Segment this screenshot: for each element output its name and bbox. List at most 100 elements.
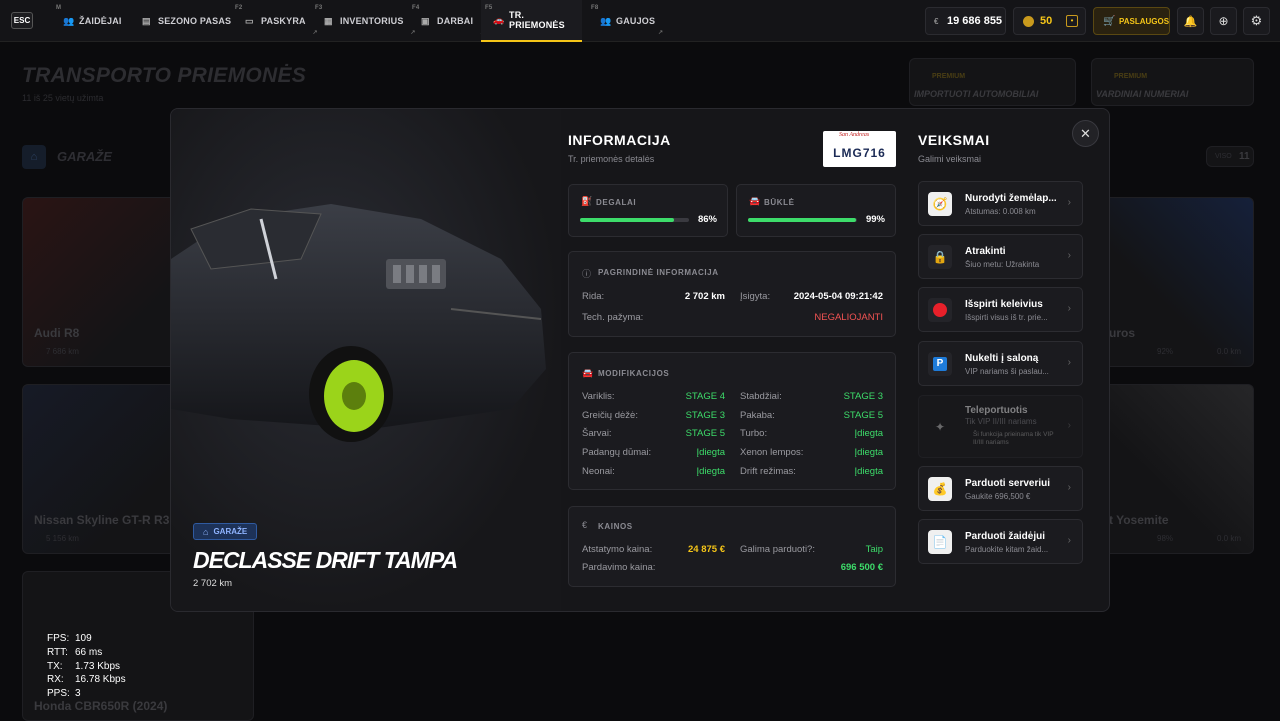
- tab-label: GAUJOS: [616, 16, 656, 26]
- tab-key: F3: [315, 5, 323, 11]
- action-set-waypoint[interactable]: 🧭 Nurodyti žemėlap... Atstumas: 0.008 km…: [918, 181, 1083, 226]
- parking-icon: P: [928, 352, 952, 376]
- euro-icon: €: [582, 520, 588, 530]
- tab-season-pass[interactable]: ▤ SEZONO PASAS: [142, 0, 231, 42]
- action-move-to-showroom[interactable]: P Nukelti į saloną VIP nariams ši paslau…: [918, 341, 1083, 386]
- action-unlock[interactable]: 🔒 Atrakinti Šiuo metu: Užrakinta ›: [918, 234, 1083, 279]
- shop-button[interactable]: 🛒 PASLAUGOS: [1093, 7, 1170, 35]
- garage-section-title: GARAŽE: [57, 149, 112, 164]
- coins-value: 50: [1040, 15, 1053, 27]
- chevron-right-icon: ›: [1067, 197, 1071, 208]
- mod-label: Stabdžiai:: [740, 391, 782, 402]
- rx-label: RX:: [47, 674, 64, 686]
- tab-key: F8: [591, 5, 599, 11]
- premium-title: IMPORTUOTI AUTOMOBILIAI: [914, 89, 1039, 99]
- chevron-right-icon: ›: [1067, 535, 1071, 546]
- tab-gangs[interactable]: F8 👥 GAUJOS ↗: [591, 0, 663, 42]
- action-sell-to-server[interactable]: 💰 Parduoti serveriui Gaukite 696,500 € ›: [918, 466, 1083, 511]
- car-icon: 🚘: [749, 196, 761, 206]
- rx-value: 16.78 Kbps: [75, 674, 126, 686]
- tab-label: INVENTORIUS: [340, 16, 404, 26]
- location-label: GARAŽE: [213, 527, 248, 536]
- mod-value: Įdiegta: [854, 447, 883, 459]
- fuel-card: ⛽ DEGALAI 86%: [568, 184, 728, 237]
- gang-icon: 👥: [600, 15, 612, 26]
- mod-label: Pakaba:: [740, 409, 775, 421]
- mod-label: Greičių dėžė:: [582, 409, 638, 421]
- language-button[interactable]: ⊕: [1210, 7, 1237, 35]
- esc-button[interactable]: ESC: [11, 12, 33, 29]
- vehicle-card-name: t Yosemite: [1109, 513, 1169, 527]
- action-title: Teleportuotis: [965, 405, 1028, 416]
- license-plate: San Andreas LMG716: [823, 131, 896, 167]
- close-button[interactable]: ✕: [1072, 120, 1099, 147]
- inspection-value: NEGALIOJANTI: [814, 312, 883, 323]
- info-icon: ⓘ: [582, 269, 592, 279]
- vehicle-card[interactable]: t Yosemite 98% 0.0 km: [1096, 384, 1254, 554]
- sparkle-icon: ✦: [934, 420, 946, 434]
- car-icon: 🚘: [582, 368, 594, 378]
- bell-icon: 🔔: [1183, 15, 1198, 28]
- money-bag-icon: 💰: [928, 477, 952, 501]
- chevron-right-icon: ›: [1067, 303, 1071, 314]
- mileage-label: Rida:: [582, 291, 605, 302]
- id-card-icon: ▭: [245, 15, 254, 26]
- inspection-label: Tech. pažyma:: [582, 312, 644, 323]
- briefcase-icon: ▣: [421, 15, 430, 26]
- home-icon: ⌂: [203, 526, 209, 537]
- action-subtitle: Parduokite kitam žaid...: [965, 545, 1049, 554]
- mod-label: Drift režimas:: [740, 465, 796, 477]
- notifications-button[interactable]: 🔔: [1177, 7, 1204, 35]
- page-subtitle: 11 iš 25 vietų užimta: [22, 93, 104, 103]
- map-pin-icon: 🧭: [928, 192, 952, 216]
- tab-players[interactable]: M 👥 ŽAIDĖJAI: [56, 0, 122, 42]
- mod-value: STAGE 5: [685, 428, 725, 440]
- premium-plates-banner[interactable]: PREMIUM VARDINIAI NUMERIAI: [1091, 58, 1254, 106]
- plate-state: San Andreas: [839, 132, 870, 138]
- settings-button[interactable]: ⚙: [1243, 7, 1270, 35]
- money-display: € 19 686 855: [925, 7, 1006, 35]
- users-icon: 👥: [63, 15, 75, 26]
- tab-inventory[interactable]: F3 ▦ INVENTORIUS ↗: [315, 0, 415, 42]
- prices-card: € KAINOS Atstatymo kaina: 24 875 € Galim…: [568, 506, 896, 587]
- vehicle-card[interactable]: uros 92% 0.0 km: [1096, 197, 1254, 367]
- action-kick-passengers[interactable]: Išspirti keleivius Išspirti visus iš tr.…: [918, 287, 1083, 332]
- top-navigation-bar: ESC M 👥 ŽAIDĖJAI ▤ SEZONO PASAS F2 ▭ PAS…: [0, 0, 1280, 42]
- chevron-right-icon: ›: [1067, 482, 1071, 493]
- premium-tag: PREMIUM: [932, 73, 966, 80]
- vehicle-card-km: 5 156 km: [46, 534, 79, 543]
- action-sell-to-player[interactable]: 📄 Parduoti žaidėjui Parduokite kitam žai…: [918, 519, 1083, 564]
- vehicle-card-name: uros: [1109, 326, 1136, 340]
- action-subtitle: VIP nariams ši paslau...: [965, 367, 1049, 376]
- rtt-value: 66 ms: [75, 646, 103, 658]
- tab-account[interactable]: F2 ▭ PASKYRA ↗: [235, 0, 318, 42]
- action-title: Išspirti keleivius: [965, 299, 1043, 310]
- mod-value: STAGE 3: [685, 409, 725, 421]
- vehicle-card-name: Nissan Skyline GT-R R3: [34, 513, 170, 527]
- tab-jobs[interactable]: F4 ▣ DARBAI ↗: [412, 0, 485, 42]
- plate-number: LMG716: [833, 146, 886, 160]
- add-coins-button[interactable]: •: [1066, 15, 1078, 27]
- pps-label: PPS:: [47, 688, 70, 700]
- fps-label: FPS:: [47, 633, 70, 644]
- document-icon: 📄: [928, 530, 952, 554]
- info-title: INFORMACIJA: [568, 132, 671, 148]
- page-title: TRANSPORTO PRIEMONĖS: [22, 64, 307, 87]
- vehicle-name: DECLASSE DRIFT TAMPA: [193, 547, 458, 573]
- modifications-title: MODIFIKACIJOS: [598, 369, 670, 378]
- vehicle-card-km: 0.0 km: [1217, 347, 1242, 356]
- pps-value: 3: [75, 688, 81, 700]
- stop-icon: [928, 298, 952, 322]
- network-stats-overlay: FPS: 109 RTT: 66 ms TX: 1.73 Kbps RX: 16.78 …: [47, 632, 126, 701]
- sellable-value: Taip: [865, 544, 883, 555]
- mod-label: Neonai:: [582, 465, 615, 477]
- fuel-icon: ⛽: [581, 196, 593, 206]
- basic-info-title: PAGRINDINĖ INFORMACIJA: [598, 268, 719, 277]
- premium-import-banner[interactable]: PREMIUM IMPORTUOTI AUTOMOBILIAI: [909, 58, 1076, 106]
- premium-tag: PREMIUM: [1114, 73, 1148, 80]
- action-subtitle: Atstumas: 0.008 km: [965, 207, 1036, 216]
- tab-vehicles[interactable]: F5 🚗 TR. PRIEMONĖS: [481, 0, 582, 42]
- actions-title: VEIKSMAI: [918, 132, 990, 148]
- mod-label: Turbo:: [740, 428, 768, 440]
- action-title: Parduoti žaidėjui: [965, 531, 1046, 542]
